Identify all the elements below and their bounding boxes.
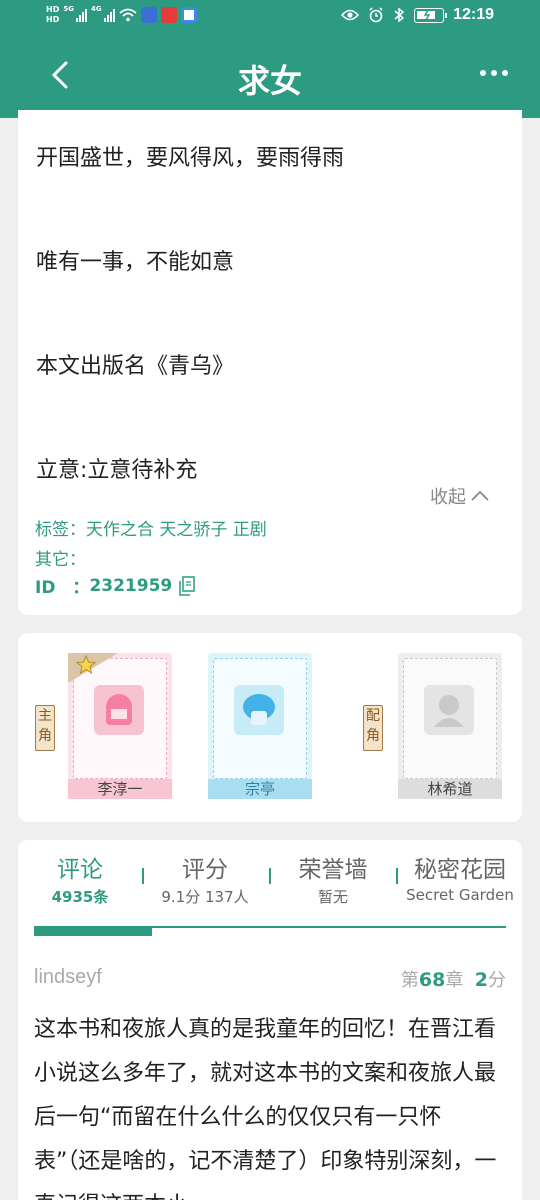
- intro-line: 立意:立意待补充: [36, 458, 198, 483]
- intro-line: 本文出版名《青乌》: [36, 354, 235, 379]
- more-icon[interactable]: [480, 70, 508, 76]
- intro-line: 开国盛世，要风得风，要雨得雨: [36, 146, 345, 171]
- comment-body: 这本书和夜旅人真的是我童年的回忆！在晋江看小说这么多年了，就对这本书的文案和夜旅…: [34, 1017, 497, 1200]
- bluetooth-icon: [394, 7, 405, 23]
- tags-row: 标签：天作之合 天之骄子 正剧: [35, 515, 267, 540]
- alarm-icon: [369, 7, 383, 23]
- intro-line: 唯有一事，不能如意: [36, 250, 235, 275]
- tab-sub: 9.1分 137人: [161, 888, 249, 906]
- tab-active-indicator: [34, 926, 152, 936]
- character-name: 宗亭: [208, 779, 312, 799]
- tab-rating[interactable]: 评分 9.1分 137人: [150, 850, 260, 907]
- tab-comments[interactable]: 评论 4935条: [40, 850, 120, 907]
- tags-value[interactable]: 天作之合 天之骄子 正剧: [86, 520, 267, 540]
- tab-title: 评论: [57, 857, 103, 883]
- tab-sub: Secret Garden: [406, 886, 514, 904]
- chapter-prefix: 第: [400, 970, 419, 991]
- hd-label: HD: [46, 15, 60, 24]
- other-label: 其它：: [35, 550, 86, 570]
- signal-icon: [103, 8, 115, 22]
- characters-card: 主角 李淳一 宗亭 配角 林希道: [18, 633, 522, 822]
- clock: 12:19: [453, 6, 494, 23]
- top-nav-bar: 求女: [0, 36, 540, 118]
- avatar: [234, 685, 284, 735]
- chapter-suffix: 章: [445, 970, 464, 991]
- score-number: 2: [474, 969, 488, 991]
- signal-label: 4G: [90, 5, 102, 13]
- character-card[interactable]: 林希道: [398, 653, 502, 799]
- comment-meta: 第68章 2分: [401, 966, 506, 992]
- collapse-label: 收起: [430, 487, 466, 508]
- collapse-button[interactable]: 收起: [430, 483, 490, 509]
- tab-sub: 暂无: [317, 888, 348, 906]
- tab-title: 评分: [182, 857, 228, 883]
- wifi-icon: [119, 8, 137, 22]
- status-bar: HD HD 5G 4G 12:19: [0, 0, 540, 36]
- avatar: [94, 685, 144, 735]
- battery-icon: [414, 7, 448, 23]
- hd-label: HD: [46, 5, 60, 14]
- tab-divider: [269, 868, 271, 884]
- network-type: HD HD: [46, 5, 59, 25]
- comment-username[interactable]: lindseyf: [34, 966, 102, 989]
- supporting-role-tag: 配角: [363, 705, 383, 751]
- app-notification-icon: [160, 7, 177, 23]
- page-title: 求女: [237, 62, 302, 100]
- avatar: [424, 685, 474, 735]
- score-suffix: 分: [488, 970, 506, 991]
- id-value: 2321959: [89, 575, 173, 596]
- id-label: ID ：: [35, 578, 90, 598]
- comments-card: 评论 4935条 评分 9.1分 137人 荣誉墙 暂无 秘密花园 Secret…: [18, 840, 522, 1200]
- app-notification-icon: [140, 7, 157, 23]
- tab-title: 秘密花园: [414, 857, 506, 883]
- character-name: 李淳一: [68, 779, 172, 799]
- tab-divider: [142, 868, 144, 884]
- id-row: ID ： 2321959: [35, 573, 196, 598]
- tab-sub: 4935条: [51, 888, 109, 906]
- other-row: 其它：: [35, 545, 86, 570]
- main-role-tag: 主角: [35, 705, 55, 751]
- copy-icon[interactable]: [178, 575, 196, 596]
- app-notification-icon: [180, 7, 197, 23]
- tab-title: 荣誉墙: [298, 857, 368, 883]
- signal-icon: [75, 8, 87, 22]
- tab-honor-wall[interactable]: 荣誉墙 暂无: [283, 850, 383, 907]
- star-badge-icon: [68, 653, 118, 683]
- tags-label: 标签：: [35, 520, 86, 540]
- tab-divider: [396, 868, 398, 884]
- character-name: 林希道: [398, 779, 502, 799]
- chevron-up-icon: [471, 490, 489, 501]
- tab-secret-garden[interactable]: 秘密花园 Secret Garden: [402, 850, 518, 904]
- character-card[interactable]: 李淳一: [68, 653, 172, 799]
- intro-card: 开国盛世，要风得风，要雨得雨 唯有一事，不能如意 本文出版名《青乌》 立意:立意…: [18, 110, 522, 615]
- character-card[interactable]: 宗亭: [208, 653, 312, 799]
- signal-label: 5G: [63, 5, 74, 13]
- eye-icon: [341, 9, 360, 21]
- chapter-number: 68: [418, 969, 446, 991]
